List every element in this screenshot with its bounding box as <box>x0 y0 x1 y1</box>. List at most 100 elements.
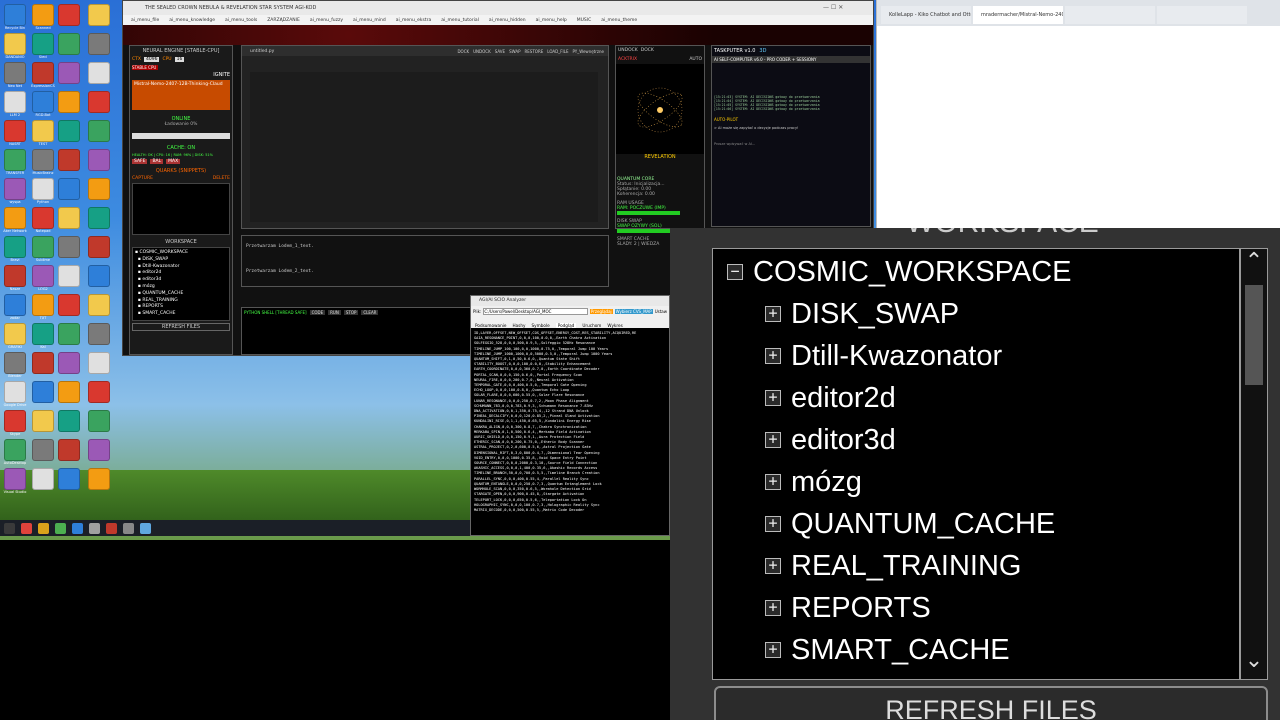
desktop-icon[interactable] <box>88 4 110 26</box>
desktop-icon[interactable]: LLM 2 <box>4 91 26 117</box>
workspace-tree-row[interactable]: − COSMIC_WORKSPACE <box>727 251 1072 293</box>
taskbar-app-icon[interactable] <box>72 522 83 534</box>
browser-tab[interactable] <box>1157 6 1247 24</box>
desktop-icon[interactable] <box>58 120 80 142</box>
menu-item[interactable]: MUSIC <box>577 18 592 23</box>
expand-icon[interactable]: + <box>765 390 781 406</box>
delete-button[interactable]: DELETE <box>213 176 230 181</box>
desktop-icon[interactable] <box>32 352 54 374</box>
collapse-icon[interactable]: − <box>727 264 743 280</box>
taskbar-app-icon[interactable] <box>38 522 49 534</box>
mode-chip[interactable]: BAL <box>150 159 164 164</box>
expand-icon[interactable]: + <box>765 642 781 658</box>
desktop-icon[interactable]: Recycle Bin <box>4 4 26 30</box>
desktop-icon[interactable]: Blender <box>4 352 26 378</box>
workspace-tree-small[interactable]: ▪ COSMIC_WORKSPACE ▪ DISK_SWAP ▪ Dtill-K… <box>132 247 230 321</box>
desktop-icon[interactable]: LOG2 <box>32 265 54 291</box>
workspace-tree-row[interactable]: + Dtill-Kwazonator <box>727 335 1072 377</box>
refresh-files-button[interactable]: REFRESH FILES <box>714 686 1268 720</box>
taskbar-app-icon[interactable] <box>123 522 134 534</box>
desktop-icon[interactable] <box>58 381 80 403</box>
desktop-icon[interactable]: Visual Studio <box>4 468 26 494</box>
expand-icon[interactable]: + <box>765 516 781 532</box>
capture-button[interactable]: CAPTURE <box>132 176 153 181</box>
menu-item[interactable]: ai_menu_tools <box>225 18 257 23</box>
desktop-icon[interactable] <box>88 323 110 345</box>
expand-icon[interactable]: + <box>765 306 781 322</box>
workspace-tree-row[interactable]: + mózg <box>727 461 1072 503</box>
tree-scrollbar[interactable]: ⌃ ⌄ <box>1240 248 1268 680</box>
desktop-icon[interactable]: Scanned <box>32 4 54 30</box>
desktop-icon[interactable]: Kal <box>32 323 54 349</box>
desktop-icon[interactable] <box>58 410 80 432</box>
taskbar-app-icon[interactable] <box>4 522 15 534</box>
window-controls[interactable]: — ☐ ✕ <box>823 4 843 11</box>
tree-item-small[interactable]: ▪ mózg <box>135 284 227 291</box>
shell-button[interactable]: CODE <box>309 310 326 315</box>
menu-item[interactable]: ai_menu_file <box>131 18 159 23</box>
browse-button[interactable]: Przeglądaj <box>589 308 613 314</box>
revelation-button[interactable]: DOCK <box>641 48 654 53</box>
desktop-icon[interactable] <box>88 178 110 200</box>
acktrix-label[interactable]: ACKTRIX <box>618 57 637 62</box>
desktop-icon[interactable] <box>58 149 80 171</box>
workspace-tree-row[interactable]: + editor3d <box>727 419 1072 461</box>
menu-item[interactable]: ai_menu_ekstra <box>396 18 431 23</box>
menu-item[interactable]: ai_menu_theme <box>601 18 637 23</box>
revelation-button[interactable]: UNDOCK <box>618 48 638 53</box>
desktop-icon[interactable] <box>58 33 80 55</box>
desktop-icon[interactable] <box>32 381 54 403</box>
desktop-icon[interactable] <box>88 410 110 432</box>
editor-button[interactable]: RESTORE <box>525 49 544 54</box>
desktop-icon[interactable]: GRAFIKI <box>4 323 26 349</box>
desktop-icon[interactable]: zadar <box>4 294 26 320</box>
path-input[interactable]: C:/Users/Pawel/Desktop/AGI_MOC <box>483 307 588 315</box>
desktop-icon[interactable] <box>88 62 110 84</box>
taskbar-app-icon[interactable] <box>106 522 117 534</box>
desktop-icon[interactable]: AutoDesktop <box>4 439 26 465</box>
menu-item[interactable]: ai_menu_knowledge <box>169 18 215 23</box>
workspace-tree-row[interactable]: + SMART_CACHE <box>727 629 1072 671</box>
desktop-icon[interactable] <box>32 410 54 432</box>
acktrix-mode[interactable]: AUTO <box>689 57 702 62</box>
desktop-icon[interactable] <box>88 468 110 490</box>
shell-button[interactable]: STOP <box>343 310 359 315</box>
desktop-icon[interactable] <box>58 294 80 316</box>
desktop-icon[interactable] <box>58 265 80 287</box>
desktop-icon[interactable] <box>88 352 110 374</box>
desktop-icon[interactable]: Neo Net <box>4 62 26 88</box>
analyzer-tab[interactable]: Uruchom <box>582 323 601 328</box>
desktop-icon[interactable] <box>88 207 110 229</box>
analyzer-tab[interactable]: Podgląd <box>555 323 577 328</box>
workspace-tree-row[interactable]: + REPORTS <box>727 587 1072 629</box>
editor-button[interactable]: SAVE <box>495 49 505 54</box>
editor-button[interactable]: LOAD_FILE <box>547 49 568 54</box>
scroll-up-arrow-icon[interactable]: ⌃ <box>1241 249 1267 277</box>
menu-item[interactable]: ai_menu_tutorial <box>441 18 479 23</box>
analyzer-tab[interactable]: Symbole <box>532 323 550 328</box>
desktop-icon[interactable] <box>88 236 110 258</box>
desktop-icon[interactable]: Bravi <box>4 236 26 262</box>
analyzer-tab[interactable]: Wykres <box>607 323 622 328</box>
desktop-icon[interactable] <box>32 439 54 461</box>
desktop-icon[interactable]: Sieci <box>32 33 54 59</box>
desktop-icon[interactable]: Nasze <box>4 265 26 291</box>
desktop-icon[interactable]: TRANSFER <box>4 149 26 175</box>
desktop-icon[interactable] <box>88 265 110 287</box>
set-button[interactable]: Ustaw <box>655 309 667 314</box>
workspace-tree-row[interactable]: + REAL_TRAINING <box>727 545 1072 587</box>
desktop-icon[interactable]: Google Drive <box>4 381 26 407</box>
browser-tab[interactable]: KolleLapp - Kiko Chatbot and Otte <box>881 6 971 24</box>
menu-item[interactable]: ai_menu_hidden <box>489 18 526 23</box>
desktop-icon[interactable] <box>88 33 110 55</box>
taskbar-app-icon[interactable] <box>89 522 100 534</box>
workspace-tree[interactable]: − COSMIC_WORKSPACE + DISK_SWAP + Dtill-Kwazon… <box>712 248 1240 680</box>
taskbar-app-icon[interactable] <box>21 522 32 534</box>
desktop-icon[interactable] <box>32 468 54 490</box>
scroll-down-arrow-icon[interactable]: ⌄ <box>1241 648 1267 673</box>
shell-button[interactable]: RUN <box>328 310 341 315</box>
mode-chip[interactable]: SAFE <box>132 159 148 164</box>
desktop-icon[interactable]: ExpressionCS <box>31 62 55 88</box>
menu-item[interactable]: ai_menu_mind <box>353 18 386 23</box>
tree-item-small[interactable]: ▪ COSMIC_WORKSPACE <box>135 250 227 257</box>
